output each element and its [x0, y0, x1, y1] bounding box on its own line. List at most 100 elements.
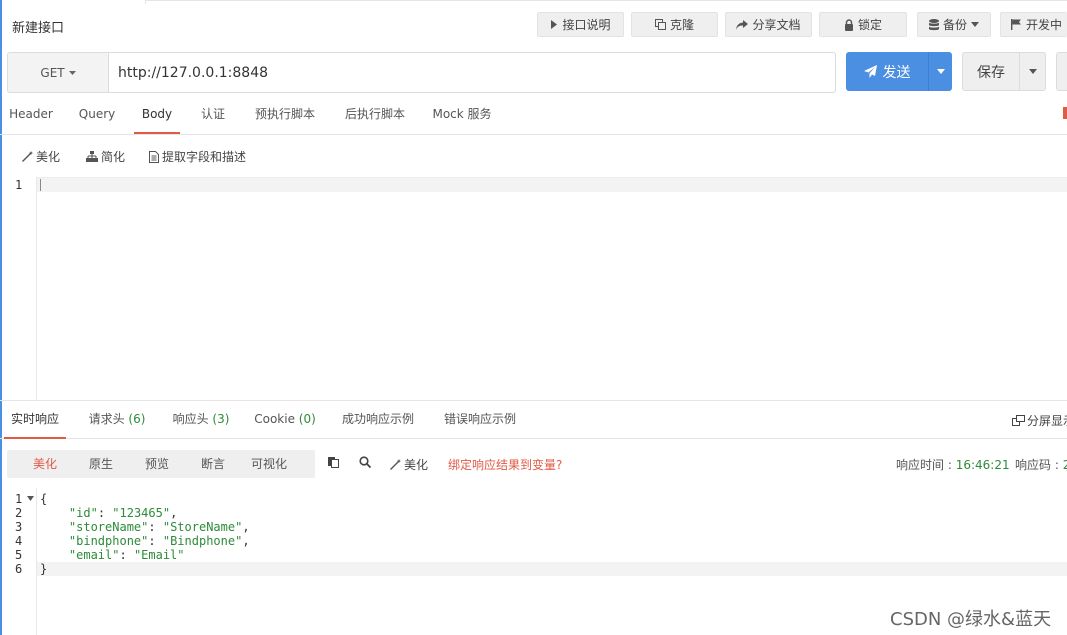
tab-success-example[interactable]: 成功响应示例 [336, 401, 420, 439]
sitemap-icon [86, 151, 98, 162]
send-options-button[interactable] [928, 52, 952, 91]
json-value: "StoreName" [162, 520, 243, 534]
response-body[interactable]: { "id": "123465", "storeName": "StoreNam… [40, 492, 250, 576]
tab-label: 请求头 [88, 412, 125, 426]
copy-response-button[interactable] [328, 456, 339, 468]
mode-assert[interactable]: 断言 [185, 450, 241, 478]
paper-plane-icon [863, 65, 877, 78]
json-key: "bindphone" [68, 534, 149, 548]
tab-header[interactable]: Header [4, 98, 58, 134]
tab-label: 成功响应示例 [341, 412, 414, 426]
tab-error-example[interactable]: 错误响应示例 [438, 401, 522, 439]
database-icon [928, 18, 939, 30]
top-tab-strip [145, 0, 1067, 4]
line-number: 5 [15, 548, 23, 562]
simplify-body-button[interactable]: 简化 [86, 148, 125, 165]
tab-label: 响应头 [172, 412, 209, 426]
api-doc-button[interactable]: 接口说明 [537, 12, 624, 37]
method-select[interactable]: GET [7, 52, 108, 93]
send-button[interactable]: 发送 [846, 52, 928, 91]
flag-icon [1011, 19, 1021, 30]
response-code-label: 响应码 : [1015, 458, 1063, 472]
response-time-value: 16:46:21 [955, 458, 1010, 472]
json-key: "id" [68, 506, 98, 520]
send-label: 发送 [882, 64, 911, 81]
tab-query[interactable]: Query [70, 98, 124, 134]
line-number: 2 [15, 506, 23, 520]
caret-down-icon [68, 70, 76, 75]
lock-icon [844, 18, 853, 31]
line-number: 4 [15, 534, 23, 548]
response-tabs: 实时响应 请求头 (6) 响应头 (3) Cookie (0) 成功响应示例 错… [0, 400, 1067, 439]
body-editor-gutter [2, 177, 37, 400]
json-value: "Bindphone" [162, 534, 243, 548]
code-line: { [40, 492, 48, 506]
extract-fields-button[interactable]: 提取字段和描述 [149, 148, 246, 165]
clone-label: 克隆 [669, 18, 694, 32]
caret-down-icon [971, 22, 979, 27]
json-sep: , [242, 534, 250, 548]
json-value: "Email" [133, 548, 185, 562]
split-view-button[interactable]: 分屏显示 [1012, 412, 1067, 429]
split-label: 分屏显示 [1027, 414, 1067, 428]
beautify-label: 美化 [404, 458, 429, 472]
method-value: GET [40, 65, 65, 80]
lock-button[interactable]: 锁定 [819, 12, 907, 37]
beautify-response-button[interactable]: 美化 [390, 456, 428, 473]
code-line: } [40, 562, 48, 576]
tab-auth[interactable]: 认证 [192, 98, 234, 134]
more-options-button[interactable] [1056, 52, 1067, 91]
caret-down-icon [936, 69, 945, 74]
json-sep: , [170, 506, 178, 520]
tab-body[interactable]: Body [134, 98, 180, 134]
search-response-button[interactable] [359, 456, 371, 468]
magic-wand-icon [390, 459, 401, 470]
tab-cookie[interactable]: Cookie (0) [250, 401, 320, 439]
line-number: 6 [15, 562, 23, 576]
url-input[interactable] [108, 52, 836, 93]
api-doc-label: 接口说明 [562, 18, 611, 32]
bind-result-link[interactable]: 绑定响应结果到变量? [448, 456, 562, 473]
request-tabs: Header Query Body 认证 预执行脚本 后执行脚本 Mock 服务 [0, 98, 1067, 135]
save-options-button[interactable] [1020, 52, 1046, 91]
response-time: 响应时间 : 16:46:21 [896, 456, 1010, 473]
line-number: 1 [15, 178, 23, 192]
lock-label: 锁定 [857, 18, 882, 32]
code-line: "id": "123465", [68, 506, 178, 520]
response-time-label: 响应时间 : [896, 458, 956, 472]
body-editor[interactable] [2, 177, 1067, 400]
caret-down-icon [1028, 69, 1037, 74]
split-screen-icon [1012, 415, 1025, 426]
clone-button[interactable]: 克隆 [631, 12, 718, 37]
response-code-value: 200 [1062, 458, 1067, 472]
page-title: 新建接口 [12, 21, 65, 36]
save-label: 保存 [977, 64, 1005, 81]
status-button[interactable]: 开发中 [1000, 12, 1067, 37]
fold-toggle-icon[interactable] [27, 496, 34, 501]
tab-response-headers[interactable]: 响应头 (3) [166, 401, 236, 439]
mode-preview[interactable]: 预览 [129, 450, 185, 478]
tab-count: (6) [128, 412, 146, 426]
save-button[interactable]: 保存 [962, 52, 1020, 91]
json-sep: , [242, 520, 250, 534]
json-value: "123465" [112, 506, 171, 520]
beautify-label: 美化 [36, 150, 61, 164]
tab-request-headers[interactable]: 请求头 (6) [82, 401, 152, 439]
mode-visualize[interactable]: 可视化 [241, 450, 297, 478]
beautify-body-button[interactable]: 美化 [22, 148, 60, 165]
share-doc-button[interactable]: 分享文档 [725, 12, 812, 37]
share-icon [736, 19, 749, 30]
backup-button[interactable]: 备份 [917, 12, 991, 37]
edge-indicator [1063, 107, 1067, 119]
line-number: 1 [15, 492, 23, 506]
share-doc-label: 分享文档 [752, 18, 801, 32]
tab-live-response[interactable]: 实时响应 [4, 401, 66, 439]
tab-mock-service[interactable]: Mock 服务 [426, 98, 498, 134]
mode-beautify[interactable]: 美化 [17, 450, 73, 478]
tab-post-script[interactable]: 后执行脚本 [336, 98, 414, 134]
mode-raw[interactable]: 原生 [73, 450, 129, 478]
backup-label: 备份 [942, 18, 967, 32]
tab-count: (0) [298, 412, 316, 426]
json-key: "email" [68, 548, 120, 562]
tab-pre-script[interactable]: 预执行脚本 [246, 98, 324, 134]
